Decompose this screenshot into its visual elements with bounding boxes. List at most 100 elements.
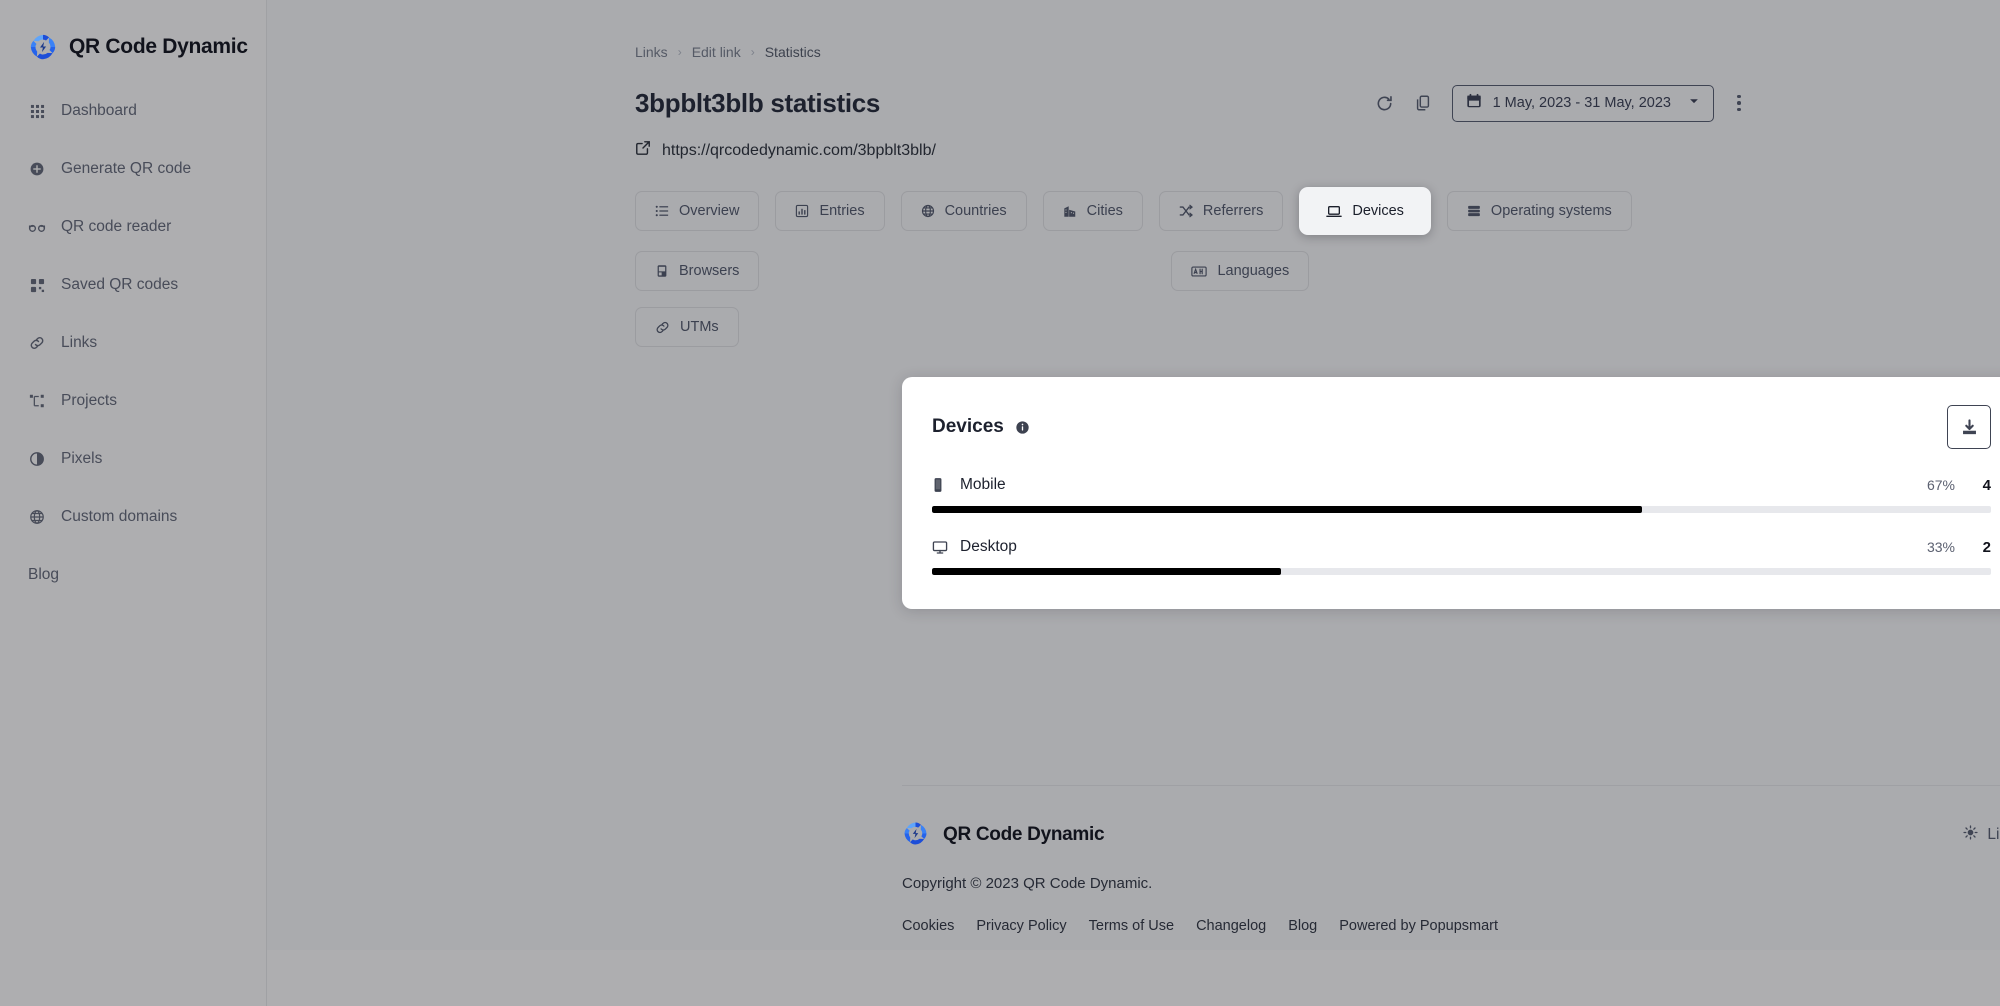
footer-link-privacy-policy[interactable]: Privacy Policy xyxy=(976,918,1066,934)
sidebar-item-label: Custom domains xyxy=(61,508,178,526)
sidebar-item-projects[interactable]: Projects xyxy=(28,386,266,416)
tab-languages[interactable]: Languages xyxy=(1171,251,1310,291)
sidebar-item-blog[interactable]: Blog xyxy=(28,560,266,590)
sidebar-item-custom-domains[interactable]: Custom domains xyxy=(28,502,266,532)
translate-icon xyxy=(1191,265,1208,278)
grid-icon xyxy=(28,102,46,120)
footer-link-cookies[interactable]: Cookies xyxy=(902,918,954,934)
sidebar-item-generate-qr-code[interactable]: Generate QR code xyxy=(28,154,266,184)
tab-operating-systems[interactable]: Operating systems xyxy=(1446,191,1632,231)
sidebar-item-dashboard[interactable]: Dashboard xyxy=(28,96,266,126)
tab-label: Browsers xyxy=(679,263,740,279)
sidebar-item-label: Links xyxy=(61,334,98,352)
laptop-icon xyxy=(1326,204,1343,219)
theme-toggle[interactable]: Light xyxy=(1963,825,2000,845)
tab-countries[interactable]: Countries xyxy=(900,191,1027,231)
tab-utms[interactable]: UTMs xyxy=(635,307,739,347)
download-button[interactable] xyxy=(1947,405,1991,449)
footer-link-blog[interactable]: Blog xyxy=(1288,918,1317,934)
link-url-row[interactable]: https://qrcodedynamic.com/3bpblt3blb/ xyxy=(635,140,2000,161)
tab-label: UTMs xyxy=(680,319,719,335)
tab-label: Languages xyxy=(1217,263,1290,279)
tab-label: Devices xyxy=(1352,203,1404,219)
footer-top: QR Code Dynamic Light xyxy=(902,820,2000,850)
device-name: Desktop xyxy=(960,538,1017,555)
footer-link-terms-of-use[interactable]: Terms of Use xyxy=(1089,918,1174,934)
footer-brand[interactable]: QR Code Dynamic xyxy=(902,820,1105,850)
footer-divider xyxy=(902,785,2000,786)
title-actions: 1 May, 2023 - 31 May, 2023 xyxy=(1366,84,1756,122)
device-bar-track xyxy=(932,568,1991,575)
tab-cities[interactable]: Cities xyxy=(1042,191,1143,231)
devices-card: Devices Mobile 67% 4 Desktop 33% 2 xyxy=(902,377,2000,609)
app-root: QR Code Dynamic Dashboard Generate QR co… xyxy=(0,0,2000,1006)
theme-label: Light xyxy=(1987,826,2000,843)
qr-code-dynamic-logo-icon xyxy=(28,32,58,62)
link-icon xyxy=(28,334,46,352)
sidebar-item-pixels[interactable]: Pixels xyxy=(28,444,266,474)
half-circle-icon xyxy=(28,450,46,468)
breadcrumb: Links › Edit link › Statistics xyxy=(635,44,2000,60)
browser-icon xyxy=(655,264,669,278)
tab-overview[interactable]: Overview xyxy=(635,191,760,231)
qr-code-dynamic-logo-icon xyxy=(902,820,932,850)
building-icon xyxy=(1063,204,1077,218)
tab-browsers[interactable]: Browsers xyxy=(635,251,760,291)
devices-card-title: Devices xyxy=(932,416,1004,437)
tab-entries[interactable]: Entries xyxy=(775,191,885,231)
device-name: Mobile xyxy=(960,476,1006,493)
stat-tabs: Overview Entries Countries Cities Referr… xyxy=(635,187,1755,363)
qr-grid-icon xyxy=(28,276,46,294)
sidebar-nav: Dashboard Generate QR code QR code reade… xyxy=(0,96,266,590)
sidebar-item-label: QR code reader xyxy=(61,218,172,236)
tab-label: Entries xyxy=(819,203,865,219)
sidebar-item-links[interactable]: Links xyxy=(28,328,266,358)
device-count: 2 xyxy=(1982,538,1991,556)
sidebar-item-saved-qr-codes[interactable]: Saved QR codes xyxy=(28,270,266,300)
device-row-top: Mobile 67% 4 xyxy=(932,473,1991,497)
page-content: Links › Edit link › Statistics 3bpblt3bl… xyxy=(267,0,2000,934)
shuffle-icon xyxy=(1179,204,1193,218)
chevron-down-icon xyxy=(1688,95,1700,111)
breadcrumb-item-edit-link[interactable]: Edit link xyxy=(692,44,741,60)
plus-circle-icon xyxy=(28,160,46,178)
device-percent: 33% xyxy=(1926,539,1955,555)
sidebar: QR Code Dynamic Dashboard Generate QR co… xyxy=(0,0,267,1006)
tab-label: Operating systems xyxy=(1490,203,1612,219)
sidebar-brand-label: QR Code Dynamic xyxy=(69,35,248,58)
main-area: Links › Edit link › Statistics 3bpblt3bl… xyxy=(267,0,2000,1006)
tab-label: Overview xyxy=(679,203,740,219)
sidebar-item-qr-code-reader[interactable]: QR code reader xyxy=(28,212,266,242)
more-options-button[interactable] xyxy=(1722,84,1756,122)
device-count: 4 xyxy=(1982,476,1991,494)
kebab-dot xyxy=(1737,107,1741,112)
tab-label: Cities xyxy=(1086,203,1123,219)
footer-link-powered-by[interactable]: Powered by Popupsmart xyxy=(1339,918,1498,934)
footer-link-changelog[interactable]: Changelog xyxy=(1196,918,1266,934)
desktop-icon xyxy=(932,540,952,555)
tab-referrers[interactable]: Referrers xyxy=(1158,191,1284,231)
devices-list: Mobile 67% 4 Desktop 33% 2 xyxy=(932,473,1991,575)
copy-icon[interactable] xyxy=(1404,84,1442,122)
chevron-right-icon: › xyxy=(750,45,755,59)
device-row-top: Desktop 33% 2 xyxy=(932,535,1991,559)
device-row-desktop: Desktop 33% 2 xyxy=(932,535,1991,575)
breadcrumb-item-links[interactable]: Links xyxy=(635,44,668,60)
date-range-picker[interactable]: 1 May, 2023 - 31 May, 2023 xyxy=(1451,84,1714,122)
breadcrumb-item-statistics[interactable]: Statistics xyxy=(765,44,821,60)
footer-links: Cookies Privacy Policy Terms of Use Chan… xyxy=(902,918,2000,934)
sidebar-brand[interactable]: QR Code Dynamic xyxy=(0,22,266,62)
sidebar-item-label: Saved QR codes xyxy=(61,276,179,294)
title-row: 3bpblt3blb statistics 1 May, 2023 - 31 M… xyxy=(635,84,2000,122)
sidebar-item-label: Projects xyxy=(61,392,117,410)
link-icon xyxy=(655,320,670,335)
list-icon xyxy=(655,204,669,218)
device-bar-track xyxy=(932,506,1991,513)
info-icon[interactable] xyxy=(1015,420,1030,435)
scan-icon xyxy=(28,218,46,236)
refresh-icon[interactable] xyxy=(1366,84,1404,122)
sidebar-item-label: Blog xyxy=(28,566,60,584)
tab-label: Countries xyxy=(944,203,1007,219)
page-title: 3bpblt3blb statistics xyxy=(635,87,881,118)
tab-devices[interactable]: Devices xyxy=(1299,187,1431,235)
